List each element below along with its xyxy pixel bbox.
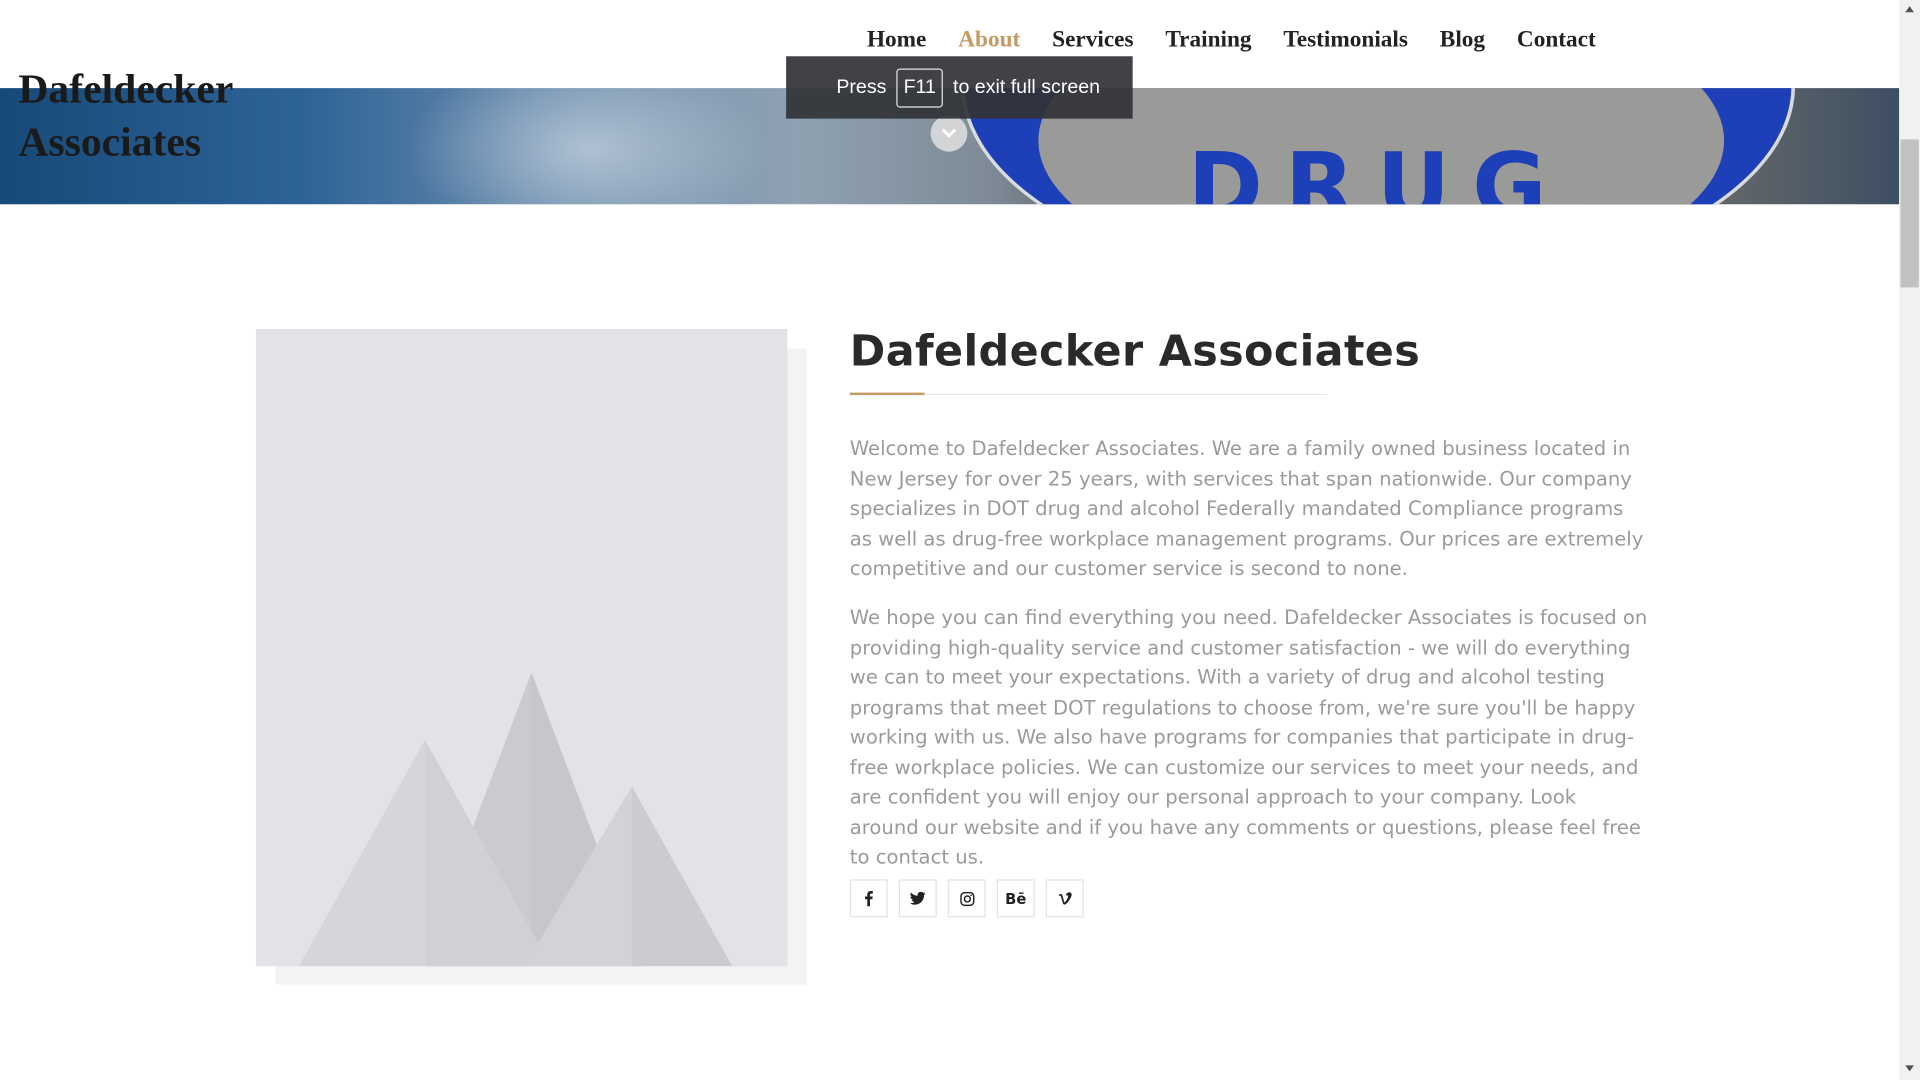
social-links: Bē: [849, 879, 1095, 918]
chevron-down-icon: [941, 128, 957, 138]
title-accent-line: [849, 392, 925, 396]
nav-item-testimonials[interactable]: Testimonials: [1283, 27, 1408, 54]
logo-line2: Associates: [18, 119, 202, 166]
about-paragraph-1: Welcome to Dafeldecker Associates. We ar…: [849, 436, 1644, 580]
nav-item-services[interactable]: Services: [1052, 27, 1133, 54]
instagram-link[interactable]: [947, 879, 986, 918]
scroll-down-button[interactable]: [930, 114, 968, 152]
site-logo[interactable]: Dafeldecker Associates: [18, 64, 233, 169]
browser-viewport: DRUG TESTING Home About Services Trainin…: [0, 0, 1920, 1080]
about-paragraph-2: We hope you can find everything you need…: [849, 605, 1648, 869]
badge-text-line1: DRUG: [1187, 134, 1569, 205]
mountains-placeholder-icon: [298, 672, 733, 967]
toast-key: F11: [896, 67, 944, 108]
nav-item-contact[interactable]: Contact: [1517, 27, 1596, 54]
nav-item-about[interactable]: About: [958, 27, 1020, 54]
instagram-icon: [959, 891, 974, 906]
badge-text-line2: TESTING: [965, 196, 1792, 205]
page-title: Dafeldecker Associates: [849, 327, 1421, 377]
nav-item-home[interactable]: Home: [867, 27, 926, 54]
vimeo-icon: [1057, 892, 1072, 905]
vimeo-link[interactable]: [1045, 879, 1084, 918]
main-nav: Home About Services Training Testimonial…: [851, 27, 1612, 54]
scroll-down-arrow-icon[interactable]: [1904, 1063, 1915, 1074]
twitter-link[interactable]: [898, 879, 937, 918]
behance-link[interactable]: Bē: [996, 879, 1035, 918]
hero-cloud-shape: [404, 88, 772, 205]
image-placeholder: [255, 329, 788, 967]
twitter-icon: [909, 891, 926, 905]
toast-suffix: to exit full screen: [953, 76, 1101, 98]
fullscreen-exit-notice: Press F11 to exit full screen: [786, 56, 1133, 119]
scrollbar-thumb[interactable]: [1900, 139, 1919, 288]
nav-item-training[interactable]: Training: [1165, 27, 1251, 54]
toast-prefix: Press: [836, 76, 887, 98]
facebook-link[interactable]: [849, 879, 888, 918]
logo-line1: Dafeldecker: [18, 67, 234, 113]
facebook-icon: [864, 891, 873, 907]
scroll-up-arrow-icon[interactable]: [1904, 4, 1915, 15]
behance-icon: Bē: [1005, 889, 1027, 907]
nav-item-blog[interactable]: Blog: [1440, 27, 1485, 54]
